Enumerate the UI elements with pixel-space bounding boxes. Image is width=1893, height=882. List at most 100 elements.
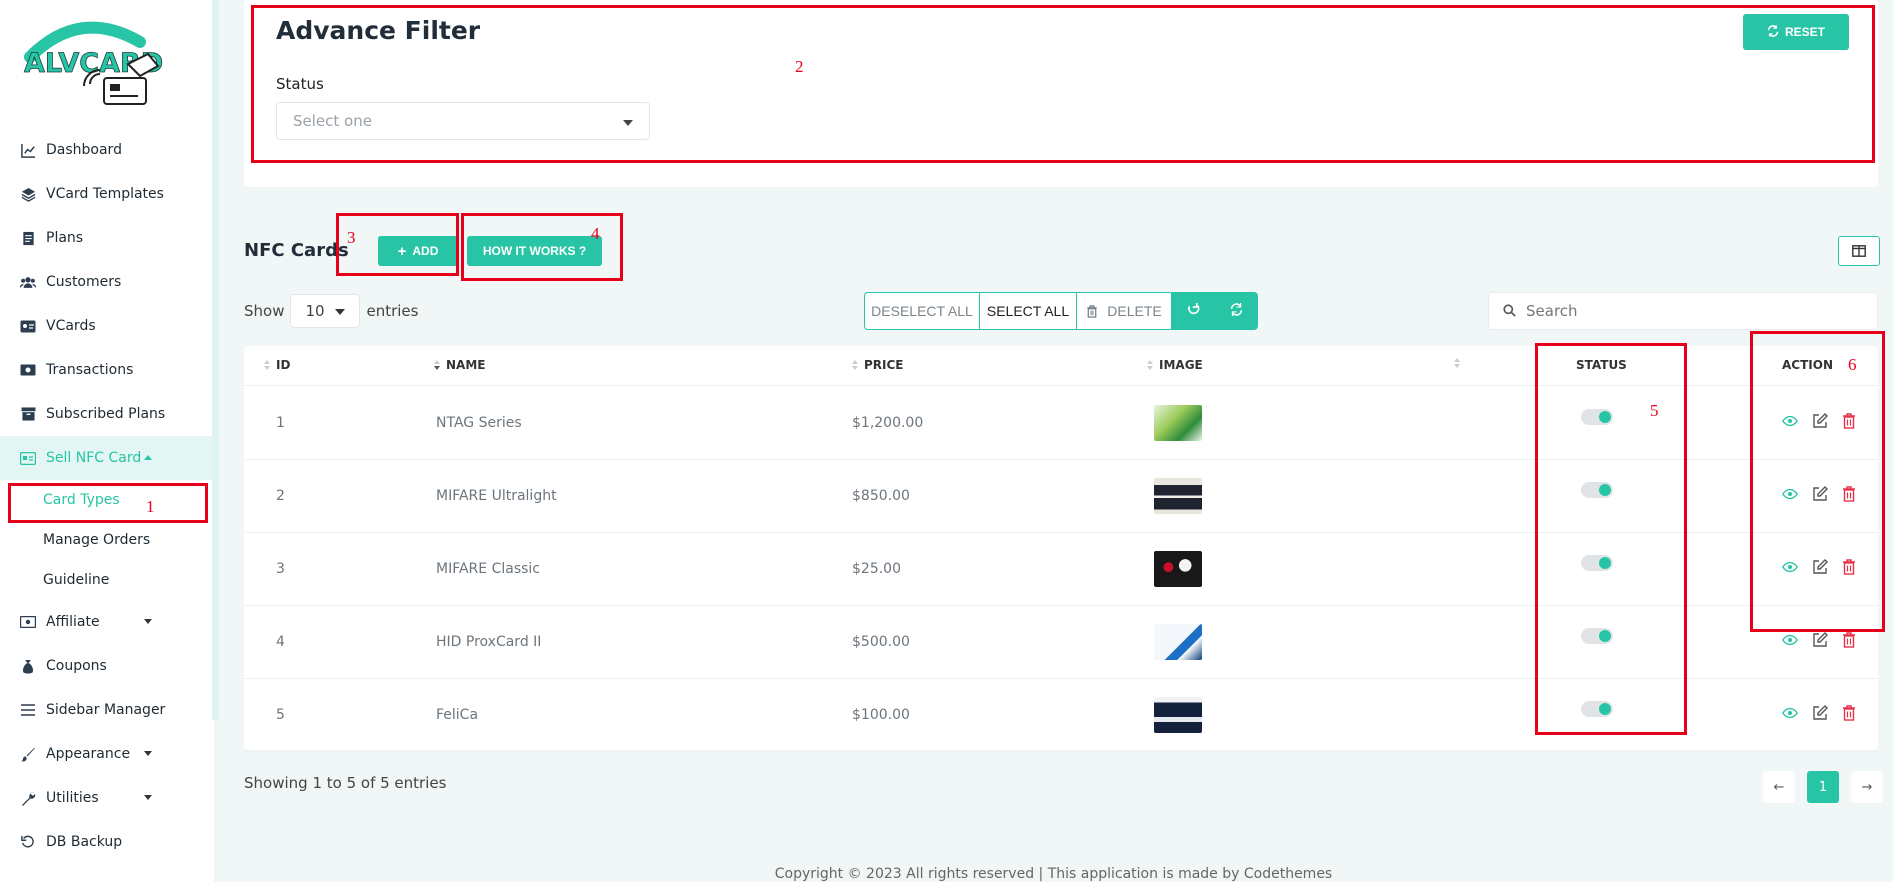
sidebar-item-label: Utilities — [46, 790, 99, 806]
annotation-label-3: 3 — [347, 228, 356, 247]
eye-icon[interactable] — [1782, 486, 1798, 502]
edit-icon[interactable] — [1812, 486, 1828, 502]
header-label: IMAGE — [1159, 358, 1203, 372]
refresh-button[interactable] — [1171, 292, 1215, 330]
arrow-right-icon: → — [1861, 779, 1873, 795]
sidebar-item-label: VCard Templates — [46, 186, 164, 202]
next-page-button[interactable]: → — [1851, 771, 1883, 803]
status-toggle[interactable] — [1581, 628, 1613, 644]
sort-desc-icon — [434, 360, 440, 370]
filter-title: Advance Filter — [276, 16, 481, 45]
edit-icon[interactable] — [1812, 705, 1828, 721]
delete-button[interactable]: DELETE — [1076, 292, 1172, 330]
sidebar-item-sell-nfc-card[interactable]: Sell NFC Card — [0, 436, 214, 480]
page-button-1[interactable]: 1 — [1807, 771, 1839, 803]
column-toggle-button[interactable] — [1838, 236, 1880, 266]
eye-icon[interactable] — [1782, 632, 1798, 648]
reset-button[interactable]: RESET — [1743, 14, 1849, 50]
columns-icon — [1852, 242, 1866, 261]
receipt-icon — [20, 230, 36, 246]
sidebar-item-transactions[interactable]: Transactions — [0, 348, 214, 392]
sidebar-item-label: Customers — [46, 274, 122, 290]
sort-icon — [1147, 360, 1153, 370]
column-header-id[interactable]: ID — [264, 358, 290, 372]
sidebar-scrollbar[interactable] — [212, 0, 219, 720]
status-toggle[interactable] — [1581, 482, 1613, 498]
eye-icon[interactable] — [1782, 559, 1798, 575]
column-header-spacer[interactable] — [1454, 358, 1466, 368]
cell-id: 4 — [276, 634, 285, 650]
trash-icon[interactable] — [1842, 705, 1858, 721]
card-thumbnail[interactable] — [1154, 478, 1202, 514]
chevron-down-icon — [144, 795, 152, 800]
sidebar-item-label: Plans — [46, 230, 84, 246]
sidebar-item-coupons[interactable]: Coupons — [0, 644, 214, 688]
trash-icon — [1086, 304, 1098, 318]
column-header-status: STATUS — [1576, 358, 1627, 372]
table-row: 3 MIFARE Classic $25.00 — [244, 533, 1878, 606]
select-all-label: SELECT ALL — [986, 303, 1070, 319]
table-row: 4 HID ProxCard II $500.00 — [244, 606, 1878, 679]
deselect-all-button[interactable]: DESELECT ALL — [864, 292, 980, 330]
status-select[interactable]: Select one — [276, 102, 650, 140]
sidebar-item-db-backup[interactable]: DB Backup — [0, 820, 214, 864]
status-toggle[interactable] — [1581, 555, 1613, 571]
sync-button[interactable] — [1214, 292, 1258, 330]
trash-icon[interactable] — [1842, 559, 1858, 575]
entries-select[interactable]: 10 — [290, 294, 361, 328]
sidebar-item-subscribed-plans[interactable]: Subscribed Plans — [0, 392, 214, 436]
search-input[interactable] — [1526, 302, 1846, 320]
edit-icon[interactable] — [1812, 559, 1828, 575]
sidebar-item-sidebar-manager[interactable]: Sidebar Manager — [0, 688, 214, 732]
sidebar-item-customers[interactable]: Customers — [0, 260, 214, 304]
status-toggle[interactable] — [1581, 701, 1613, 717]
cell-name: MIFARE Classic — [436, 561, 540, 577]
chevron-down-icon — [144, 751, 152, 756]
sort-icon — [264, 360, 270, 370]
history-icon — [20, 834, 36, 850]
select-all-button[interactable]: SELECT ALL — [979, 292, 1077, 330]
sidebar-item-label: Subscribed Plans — [46, 406, 166, 422]
sidebar-item-vcards[interactable]: VCards — [0, 304, 214, 348]
eye-icon[interactable] — [1782, 705, 1798, 721]
table-row: 1 NTAG Series $1,200.00 — [244, 387, 1878, 460]
row-actions — [1782, 559, 1858, 575]
edit-icon[interactable] — [1812, 413, 1828, 429]
sidebar-item-dashboard[interactable]: Dashboard — [0, 128, 214, 172]
card-thumbnail[interactable] — [1154, 405, 1202, 441]
page-title: NFC Cards — [244, 240, 349, 261]
card-thumbnail[interactable] — [1154, 624, 1202, 660]
cell-name: MIFARE Ultralight — [436, 488, 557, 504]
eye-icon[interactable] — [1782, 413, 1798, 429]
sidebar-item-label: Sidebar Manager — [46, 702, 166, 718]
sidebar-subitem-card-types[interactable]: Card Types — [0, 480, 214, 520]
card-thumbnail[interactable] — [1154, 697, 1202, 733]
sidebar-item-label: Dashboard — [46, 142, 122, 158]
sidebar-item-utilities[interactable]: Utilities — [0, 776, 214, 820]
trash-icon[interactable] — [1842, 632, 1858, 648]
sidebar-item-plans[interactable]: Plans — [0, 216, 214, 260]
cell-name: FeliCa — [436, 707, 479, 723]
sidebar-item-appearance[interactable]: Appearance — [0, 732, 214, 776]
column-header-image[interactable]: IMAGE — [1147, 358, 1203, 372]
status-toggle[interactable] — [1581, 409, 1613, 425]
status-label: Status — [276, 75, 324, 93]
sidebar-item-affiliate[interactable]: Affiliate — [0, 600, 214, 644]
edit-icon[interactable] — [1812, 632, 1828, 648]
sidebar-subitem-manage-orders[interactable]: Manage Orders — [0, 520, 214, 560]
trash-icon[interactable] — [1842, 413, 1858, 429]
sidebar-item-vcard-templates[interactable]: VCard Templates — [0, 172, 214, 216]
column-header-price[interactable]: PRICE — [852, 358, 904, 372]
annotation-label-5: 5 — [1650, 401, 1659, 420]
column-header-name[interactable]: NAME — [434, 358, 485, 372]
trash-icon[interactable] — [1842, 486, 1858, 502]
alvcard-logo[interactable]: ALVCARD — [20, 12, 180, 107]
sidebar-item-label: Affiliate — [46, 614, 100, 630]
prev-page-button[interactable]: ← — [1763, 771, 1795, 803]
add-button[interactable]: + ADD — [378, 236, 458, 266]
sidebar-subitem-guideline[interactable]: Guideline — [0, 560, 214, 600]
show-label: Show — [244, 302, 285, 320]
cell-price: $25.00 — [852, 561, 901, 577]
how-it-works-button[interactable]: HOW IT WORKS ? — [467, 236, 602, 266]
card-thumbnail[interactable] — [1154, 551, 1202, 587]
